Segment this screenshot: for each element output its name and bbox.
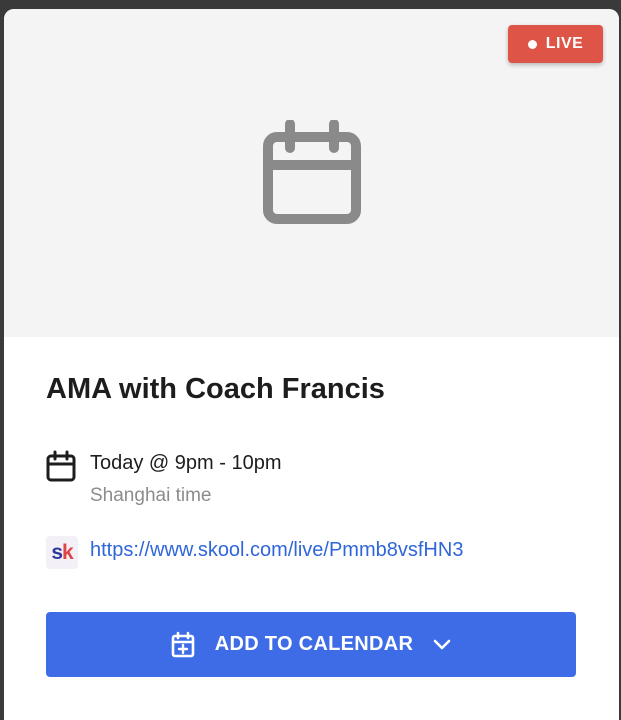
calendar-add-icon <box>171 631 195 658</box>
event-title: AMA with Coach Francis <box>46 373 385 405</box>
live-dot-icon <box>527 39 537 49</box>
event-time: Today @ 9pm - 10pm <box>90 452 282 474</box>
calendar-icon <box>46 450 76 482</box>
calendar-icon <box>263 120 361 224</box>
live-badge-label: LIVE <box>545 35 584 52</box>
live-badge: LIVE <box>508 25 603 63</box>
event-timezone: Shanghai time <box>90 485 212 506</box>
add-to-calendar-label: ADD TO CALENDAR <box>214 633 414 655</box>
live-link[interactable]: https://www.skool.com/live/Pmmb8vsfHN3 <box>90 539 463 562</box>
chevron-down-icon[interactable] <box>433 639 451 651</box>
event-card: LIVE AMA with Coach Francis Today @ 9pm … <box>4 9 619 720</box>
add-to-calendar-button[interactable]: ADD TO CALENDAR <box>46 612 576 677</box>
event-cover: LIVE <box>4 9 619 337</box>
skool-logo-icon: sk <box>46 536 78 569</box>
screen-frame: LIVE AMA with Coach Francis Today @ 9pm … <box>0 0 621 720</box>
